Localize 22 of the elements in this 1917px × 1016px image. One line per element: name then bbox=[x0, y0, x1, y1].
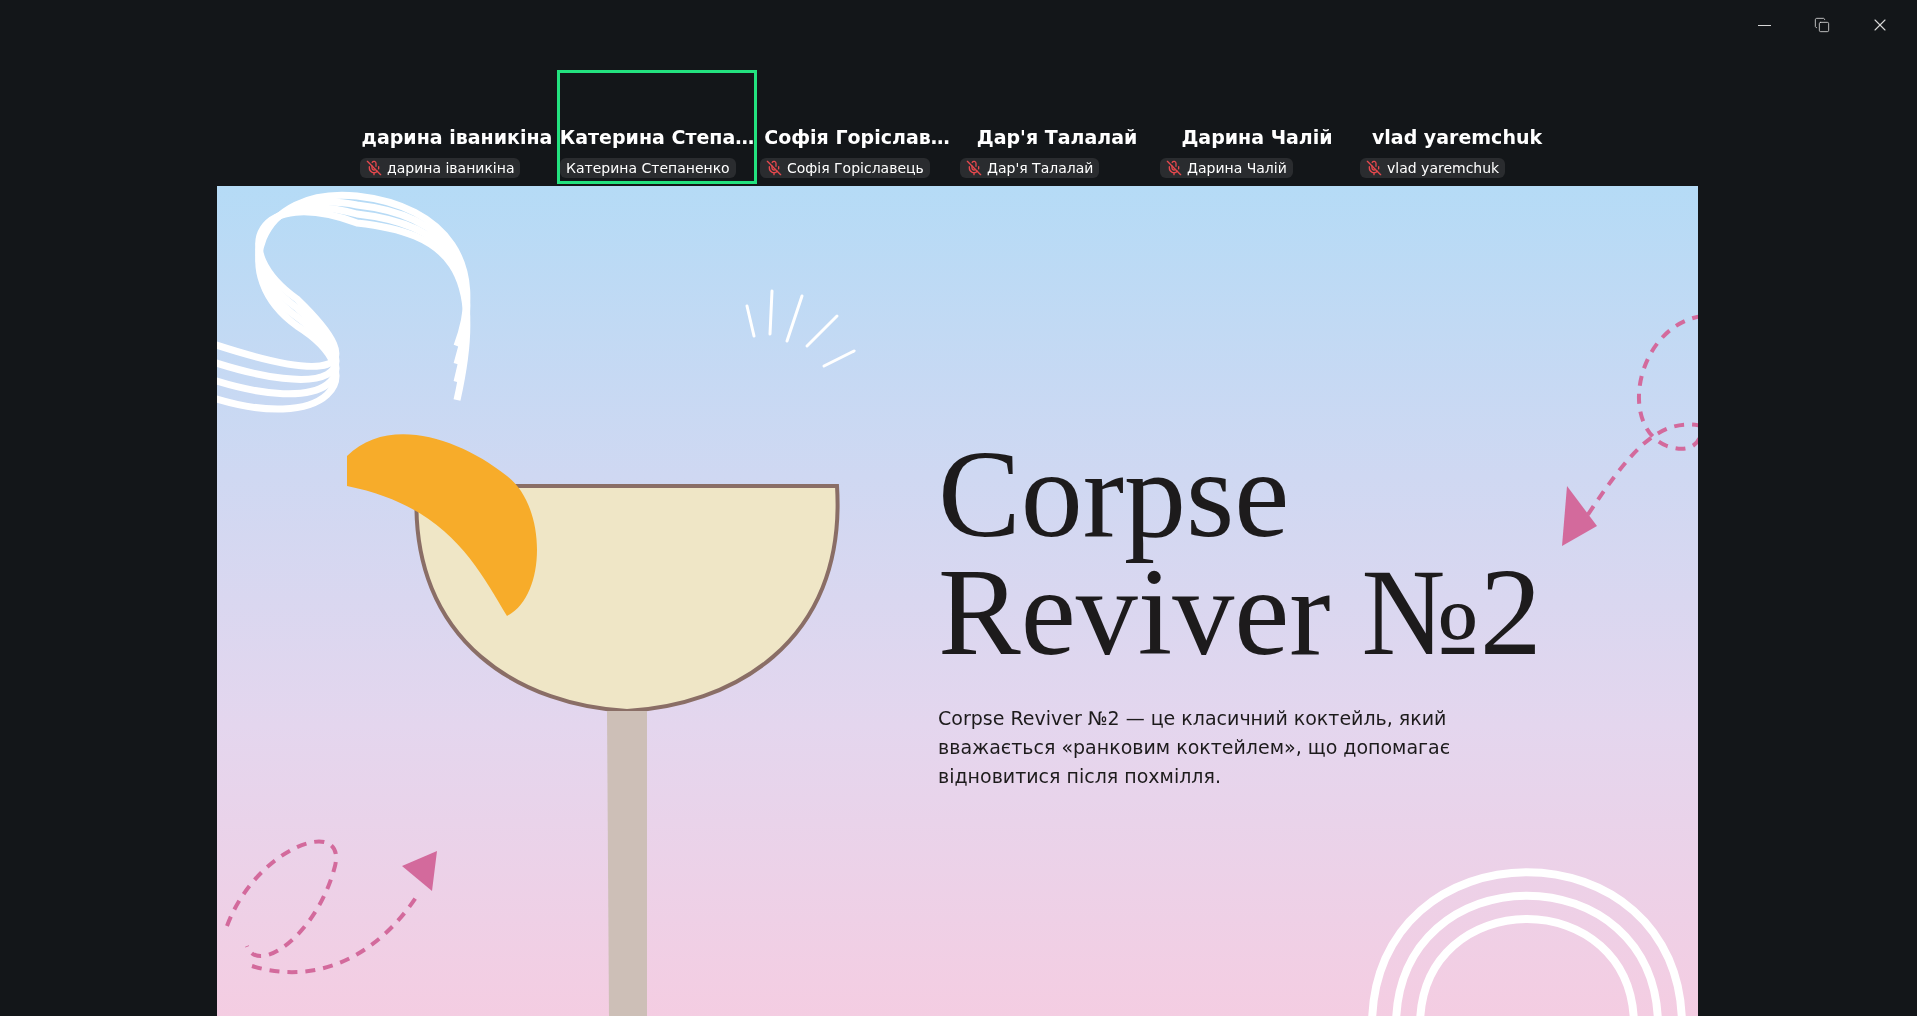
label-text: Софія Горіславець bbox=[787, 160, 924, 176]
label-text: Катерина Степаненко bbox=[566, 160, 730, 176]
participant-name: дарина іваникіна bbox=[361, 126, 553, 148]
restore-icon bbox=[1814, 17, 1830, 33]
participant-tile[interactable]: дарина іваникіна дарина іваникіна bbox=[357, 70, 557, 184]
participant-name: Катерина Степа… bbox=[559, 126, 755, 148]
participant-tile[interactable]: Катерина Степа… Катерина Степаненко bbox=[557, 70, 757, 184]
participant-tile[interactable]: Дар'я Талалай Дар'я Талалай bbox=[957, 70, 1157, 184]
participant-name: Дарина Чалій bbox=[1181, 126, 1333, 148]
participant-name: vlad yaremchuk bbox=[1371, 126, 1543, 148]
participant-name: Софія Горіслав… bbox=[764, 126, 950, 148]
participant-tile[interactable]: Дарина Чалій Дарина Чалій bbox=[1157, 70, 1357, 184]
label-text: Дар'я Талалай bbox=[987, 160, 1094, 176]
slide-title: Corpse Reviver №2 bbox=[938, 436, 1543, 672]
minimize-icon bbox=[1757, 24, 1771, 26]
slide-description: Corpse Reviver №2 — це класичний коктейль, який вважається «ранковим коктейлем», що допомагає відновитися після похмілля. bbox=[938, 706, 1452, 789]
participant-tile[interactable]: Софія Горіслав… Софія Горіславець bbox=[757, 70, 957, 184]
label-text: дарина іваникіна bbox=[387, 160, 515, 176]
label-text: vlad yaremchuk bbox=[1387, 160, 1500, 176]
participant-name: Дар'я Талалай bbox=[976, 126, 1138, 148]
label-text: Дарина Чалій bbox=[1187, 160, 1287, 176]
participant-tile[interactable]: vlad yaremchuk vlad yaremchuk bbox=[1357, 70, 1557, 184]
